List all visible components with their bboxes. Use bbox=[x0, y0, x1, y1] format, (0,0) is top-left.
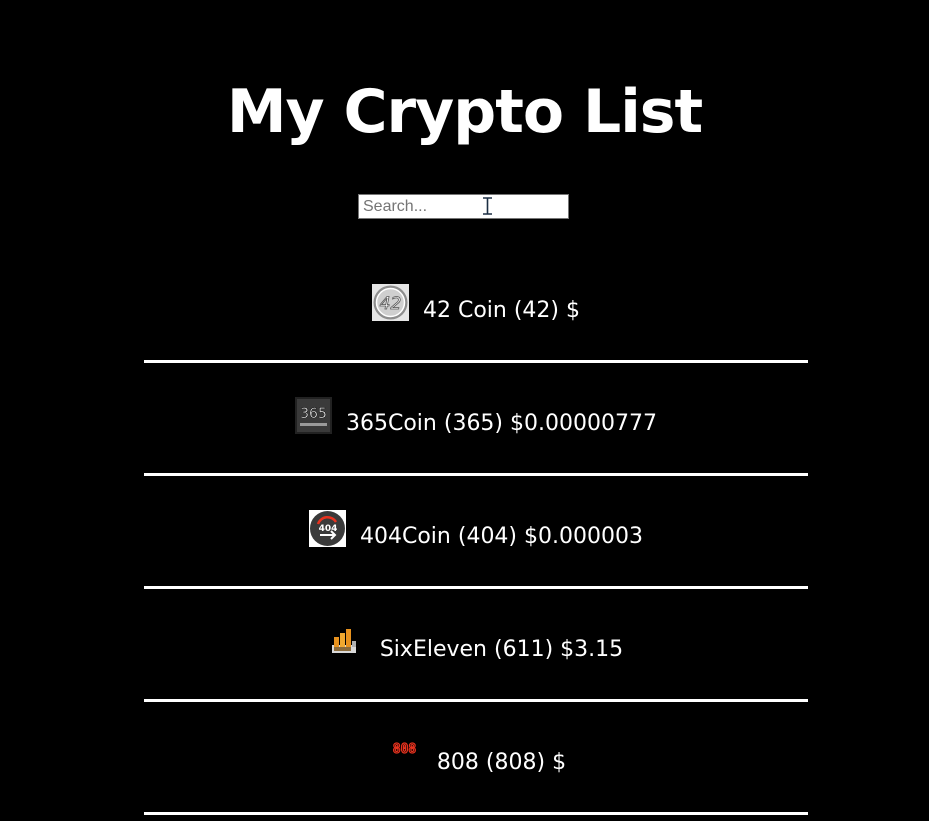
808-logo-icon: 808 bbox=[386, 736, 423, 773]
text-cursor-icon bbox=[483, 197, 492, 215]
svg-text:365: 365 bbox=[300, 406, 327, 422]
svg-text:808: 808 bbox=[393, 742, 417, 757]
coin-row-365[interactable]: 365 365Coin (365) $0.00000777 bbox=[144, 363, 808, 476]
svg-text:42: 42 bbox=[380, 294, 402, 314]
coin-list: 42 42 Coin (42) $ 365 365Coin (365) $0.00000… bbox=[144, 250, 808, 815]
coin-row-808[interactable]: 808 808 (808) $ bbox=[144, 702, 808, 815]
coin-label: 808 (808) $ bbox=[436, 750, 567, 775]
coin-row-404[interactable]: 404 404Coin (404) $0.000003 bbox=[144, 476, 808, 589]
coin-label: 42 Coin (42) $ bbox=[422, 298, 581, 323]
page-title: My Crypto List bbox=[226, 77, 703, 147]
coin-label: 365Coin (365) $0.00000777 bbox=[345, 411, 657, 436]
coin-label: 404Coin (404) $0.000003 bbox=[359, 524, 644, 549]
404-coin-logo-icon: 404 bbox=[308, 510, 346, 547]
42-coin-logo-icon: 42 bbox=[371, 284, 409, 321]
365-coin-logo-icon: 365 bbox=[294, 397, 332, 434]
coin-row-42[interactable]: 42 42 Coin (42) $ bbox=[144, 250, 808, 363]
coin-label: SixEleven (611) $3.15 bbox=[379, 637, 624, 662]
sixeleven-logo-icon bbox=[329, 623, 366, 660]
coin-row-611[interactable]: SixEleven (611) $3.15 bbox=[144, 589, 808, 702]
svg-text:404: 404 bbox=[319, 524, 338, 534]
search-input[interactable] bbox=[358, 194, 569, 219]
